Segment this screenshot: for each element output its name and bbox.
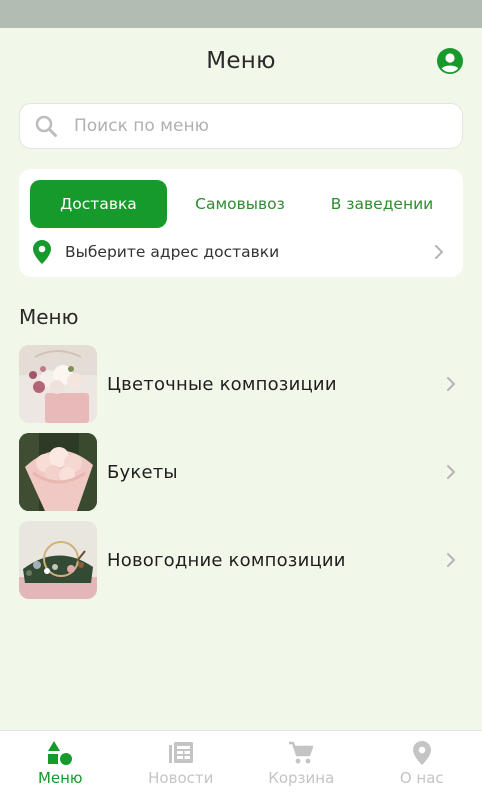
bottom-navigation: Меню Новости Корзина О нас	[0, 730, 482, 800]
tab-pickup[interactable]: Самовывоз	[167, 180, 313, 228]
location-pin-icon	[412, 741, 431, 765]
delivery-address-selector[interactable]: Выберите адрес доставки	[30, 228, 451, 276]
shapes-icon	[48, 741, 73, 765]
chevron-right-icon	[447, 553, 455, 567]
search-input[interactable]	[74, 116, 462, 136]
nav-label: Меню	[37, 769, 83, 787]
category-item-flower-arrangements[interactable]: Цветочные композиции	[19, 345, 463, 423]
location-pin-icon	[33, 240, 51, 264]
news-icon	[168, 742, 193, 763]
category-item-bouquets[interactable]: Букеты	[19, 433, 463, 511]
nav-menu[interactable]: Меню	[0, 731, 121, 800]
address-prompt: Выберите адрес доставки	[65, 243, 280, 261]
category-label: Цветочные композиции	[107, 373, 337, 395]
profile-button[interactable]	[436, 47, 464, 75]
nav-about[interactable]: О нас	[362, 731, 482, 800]
app-header: Меню	[0, 28, 482, 94]
nav-news[interactable]: Новости	[121, 731, 242, 800]
nav-label: О нас	[399, 769, 444, 787]
menu-section-title: Меню	[19, 305, 79, 329]
category-item-new-year-arrangements[interactable]: Новогодние композиции	[19, 521, 463, 599]
tab-delivery[interactable]: Доставка	[30, 180, 167, 228]
category-label: Букеты	[107, 461, 178, 483]
chevron-right-icon	[447, 377, 455, 391]
user-icon	[437, 48, 463, 74]
chevron-right-icon	[447, 465, 455, 479]
search-bar[interactable]	[19, 103, 463, 149]
cart-icon	[289, 741, 314, 764]
bouquet-photo	[19, 433, 97, 511]
nav-label: Новости	[148, 769, 214, 787]
page-title: Меню	[206, 48, 276, 74]
nav-label: Корзина	[268, 769, 335, 787]
flower-arrangement-photo	[19, 345, 97, 423]
category-label: Новогодние композиции	[107, 549, 346, 571]
delivery-options-card: Доставка Самовывоз В заведении Выберите …	[19, 169, 463, 277]
category-list: Цветочные композиции Букеты Новогодние к…	[0, 345, 482, 599]
new-year-arrangement-photo	[19, 521, 97, 599]
tab-dine-in[interactable]: В заведении	[313, 180, 451, 228]
nav-cart[interactable]: Корзина	[241, 731, 362, 800]
search-icon	[35, 115, 57, 137]
order-type-tabs: Доставка Самовывоз В заведении	[30, 180, 451, 228]
chevron-right-icon	[435, 245, 443, 259]
status-bar	[0, 0, 482, 28]
